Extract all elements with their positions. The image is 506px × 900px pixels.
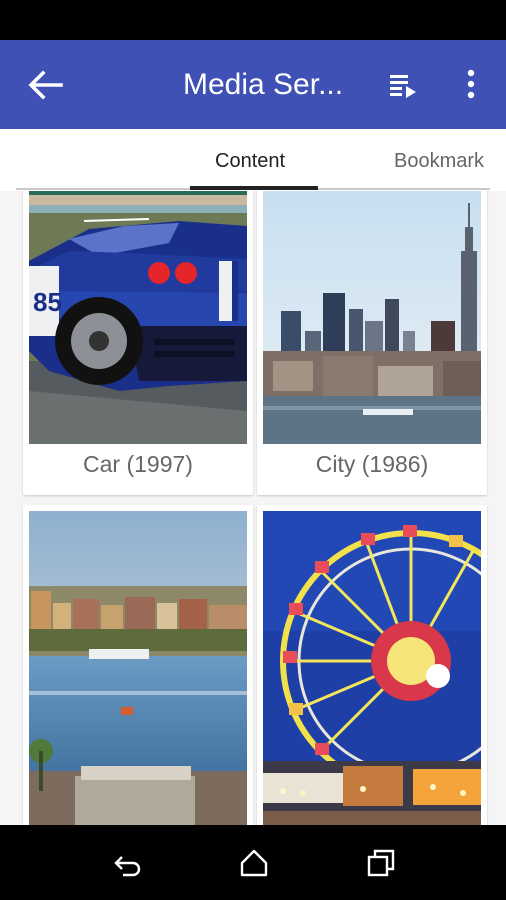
more-vert-icon[interactable]	[458, 68, 484, 100]
media-card-harbor[interactable]	[23, 505, 253, 825]
recents-icon[interactable]	[365, 847, 397, 879]
media-card-city[interactable]: City (1986)	[257, 191, 487, 495]
city-thumbnail	[263, 191, 481, 444]
media-card-ferris-wheel[interactable]	[257, 505, 487, 825]
tab-bookmark[interactable]: Bookmark	[394, 149, 484, 173]
ferris-wheel-thumbnail	[263, 511, 481, 825]
app-bar: Media Ser...	[0, 40, 506, 129]
tab-content[interactable]: Content	[215, 149, 285, 173]
tab-bar: Content Bookmark	[0, 129, 506, 191]
arrow-back-icon[interactable]	[25, 67, 65, 103]
system-nav-bar	[0, 825, 506, 900]
nav-back-icon[interactable]	[111, 847, 143, 879]
media-card-caption: Car (1997)	[83, 451, 193, 477]
car-thumbnail: 85	[29, 191, 247, 444]
tab-indicator	[190, 186, 318, 190]
status-bar	[0, 0, 506, 40]
media-card-car[interactable]: 85 Car (1997)	[23, 191, 253, 495]
svg-text:85: 85	[33, 287, 62, 317]
harbor-thumbnail	[29, 511, 247, 825]
home-icon[interactable]	[238, 847, 270, 879]
screen: Media Ser... Content Bookmark 85 Car (19…	[0, 0, 506, 900]
page-title: Media Ser...	[183, 68, 344, 101]
playlist-icon[interactable]	[388, 70, 418, 100]
media-card-caption: City (1986)	[315, 451, 429, 477]
media-grid: 85 Car (1997) City (1986)	[0, 191, 506, 825]
